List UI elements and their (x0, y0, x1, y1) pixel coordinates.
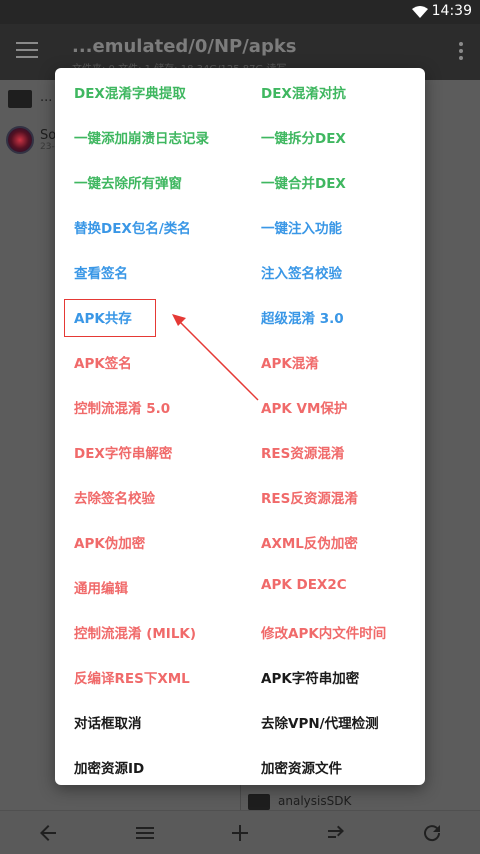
left-menu-item[interactable]: DEX混淆字典提取 (74, 82, 186, 102)
left-menu-item[interactable]: 对话框取消 (74, 712, 142, 732)
right-menu-item[interactable]: APK DEX2C (261, 577, 347, 593)
right-menu-item[interactable]: DEX混淆对抗 (261, 82, 346, 102)
folder-label: analysisSDK (278, 794, 352, 808)
status-time: 14:39 (431, 3, 472, 19)
left-menu-item[interactable]: 反编译RES下XML (74, 667, 190, 687)
left-menu-item[interactable]: APK签名 (74, 352, 132, 372)
right-menu-item[interactable]: 注入签名校验 (261, 262, 342, 282)
left-menu-item[interactable]: 替换DEX包名/类名 (74, 217, 191, 237)
right-menu-item[interactable]: AXML反伪加密 (261, 532, 358, 552)
left-menu-item[interactable]: APK伪加密 (74, 532, 145, 552)
right-menu-item[interactable]: APK字符串加密 (261, 667, 359, 687)
apk-label: So (40, 128, 57, 143)
folder-row-analysis[interactable]: analysisSDK (248, 792, 448, 812)
list-icon[interactable] (133, 821, 157, 845)
menu-icon[interactable] (16, 42, 38, 60)
right-menu-item[interactable]: 一键注入功能 (261, 217, 342, 237)
right-menu-item[interactable]: 超级混淆 3.0 (261, 307, 344, 327)
apk-sublabel: 23- (40, 142, 55, 152)
right-menu-item[interactable]: RES资源混淆 (261, 442, 344, 462)
left-menu-item[interactable]: 一键添加崩溃日志记录 (74, 127, 209, 147)
left-menu-item[interactable]: 一键去除所有弹窗 (74, 172, 182, 192)
right-menu-item[interactable]: 加密资源文件 (261, 757, 342, 777)
right-menu-item[interactable]: APK VM保护 (261, 397, 347, 417)
left-menu-item[interactable]: 查看签名 (74, 262, 128, 282)
left-menu-item[interactable]: 通用编辑 (74, 577, 128, 597)
arrow-left-icon[interactable] (36, 821, 60, 845)
left-menu-item[interactable]: DEX字符串解密 (74, 442, 172, 462)
right-menu-item[interactable]: RES反资源混淆 (261, 487, 358, 507)
swap-icon[interactable] (324, 821, 348, 845)
folder-icon (248, 794, 270, 810)
left-menu-item[interactable]: 控制流混淆 (MILK) (74, 622, 196, 642)
right-menu-item[interactable]: 去除VPN/代理检测 (261, 712, 379, 732)
plus-icon[interactable] (228, 821, 252, 845)
left-menu-item[interactable]: 加密资源ID (74, 757, 144, 777)
right-menu-item[interactable]: APK混淆 (261, 352, 319, 372)
more-options-icon[interactable] (458, 42, 464, 62)
path-title: ...emulated/0/NP/apks (72, 36, 297, 57)
left-menu-item[interactable]: 去除签名校验 (74, 487, 155, 507)
left-menu-item[interactable]: 控制流混淆 5.0 (74, 397, 170, 417)
right-menu-item[interactable]: 修改APK内文件时间 (261, 622, 386, 642)
right-menu-item[interactable]: 一键合并DEX (261, 172, 346, 192)
bottom-nav (0, 810, 480, 854)
wifi-icon (412, 6, 428, 18)
refresh-icon[interactable] (420, 821, 444, 845)
status-bar: 14:39 (0, 0, 480, 24)
right-menu-item[interactable]: 一键拆分DEX (261, 127, 346, 147)
apk-icon (6, 126, 34, 154)
highlight-box (64, 299, 156, 337)
